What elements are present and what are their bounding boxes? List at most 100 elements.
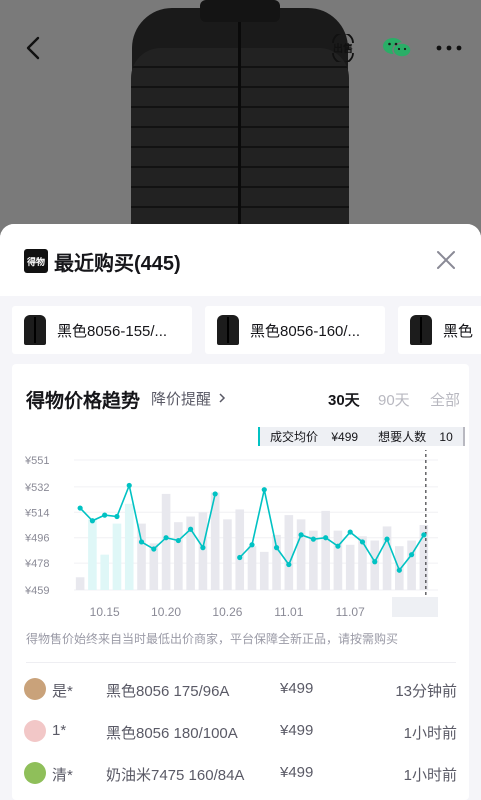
volume-bar [407,540,416,590]
variant-label: 黑色8056-160/... [250,322,361,340]
range-tab-all[interactable]: 全部 [430,389,460,410]
price-point [102,512,108,518]
sell-button[interactable]: 出售 [328,28,358,68]
price-point [396,567,402,573]
purchase-time: 1小时前 [403,767,457,784]
price-note: 得物售价始终来自当时最低出价商家，平台保障全新正品，请按需购买 [26,632,399,646]
purchase-time: 1小时前 [403,725,457,742]
volume-bar [124,503,134,590]
user-avatar [24,720,46,742]
user-name: 1* [52,722,67,739]
y-tick-label: ¥478 [24,558,49,570]
variant-thumbnail [217,315,239,345]
variant-card[interactable]: 黑色 [398,306,481,354]
avg-price-label: 成交均价 [270,430,319,444]
user-avatar [24,762,46,784]
price-alert-label: 降价提醒 [151,391,212,408]
dewu-logo: 得物 [24,249,48,273]
price-point [188,526,194,532]
price-point [212,491,218,497]
close-icon [437,251,455,269]
x-highlight-box [392,597,438,617]
sheet-title: 最近购买(445) [54,253,181,275]
recent-purchase-sheet: 得物 最近购买(445) 黑色8056-155/... 黑色8056-160/.… [0,224,481,800]
volume-bar [333,530,343,590]
purchase-price: ¥499 [280,680,314,697]
volume-bar [370,540,380,590]
price-point [421,532,427,538]
price-point [114,513,120,520]
variant-thumbnail [24,315,46,345]
chevron-left-icon [26,36,40,60]
volume-bar [75,577,85,590]
price-point [138,539,145,545]
y-tick-label: ¥551 [24,455,49,467]
price-point [126,482,132,489]
price-point [89,518,96,524]
range-tab-90[interactable]: 90天 [378,389,410,410]
price-point [151,546,157,552]
price-point [237,554,243,561]
x-tick-label: 10.26 [212,605,242,619]
range-tab-30[interactable]: 30天 [328,389,360,410]
user-name: 清* [52,767,73,784]
sheet-header: 得物 最近购买(445) [0,224,481,296]
variant-label: 黑色 [443,322,474,340]
variant-card[interactable]: 黑色8056-155/... [12,306,192,354]
price-alert-link[interactable]: 降价提醒 [151,388,226,409]
chevron-right-icon [219,393,226,403]
status-bar [0,0,481,10]
y-tick-label: ¥459 [24,585,49,597]
price-point [372,559,378,565]
volume-bar [345,544,355,590]
user-name: 是* [52,683,73,700]
y-tick-label: ¥532 [24,482,49,494]
price-point [273,545,280,551]
more-button[interactable] [432,28,466,68]
x-tick-label: 11.01 [274,605,303,619]
purchase-time: 13分钟前 [395,683,457,700]
price-point [310,536,316,542]
variant-card[interactable]: 黑色8056-160/... [205,306,385,354]
volume-bar [284,515,294,590]
volume-bar [259,551,269,590]
purchase-row: 清* 奶油米7475 160/84A ¥499 1小时前 [12,754,469,794]
price-point [77,505,83,511]
back-button[interactable] [18,28,48,68]
close-button[interactable] [432,246,460,274]
y-tick-label: ¥514 [24,507,49,519]
purchase-price: ¥499 [280,722,314,739]
purchase-sku: 黑色8056 180/100A [106,725,238,742]
purchase-row: 是* 黑色8056 175/96A ¥499 13分钟前 [12,670,469,710]
price-point [384,536,390,542]
divider [26,662,456,663]
purchase-row: 1* 黑色8056 180/100A ¥499 1小时前 [12,712,469,752]
x-tick-label: 10.15 [90,605,120,619]
more-icon [436,45,462,51]
want-count-label: 想要人数 [378,430,427,444]
trend-title: 得物价格趋势 [26,391,141,412]
volume-bar [161,493,171,590]
price-point [298,532,304,538]
volume-bar [174,522,183,590]
purchase-sku: 奶油米7475 160/84A [106,767,245,784]
price-point [347,529,353,535]
volume-bar [272,534,281,590]
wechat-share-button[interactable] [380,28,414,68]
price-point [286,561,292,568]
variant-thumbnail [410,315,432,345]
user-avatar [24,678,46,700]
price-point [408,552,415,558]
volume-bar [112,523,122,590]
volume-bar [223,519,232,590]
price-point [335,543,341,549]
sell-icon: 出售 [332,34,354,62]
volume-bar [88,519,97,590]
volume-bar [235,509,245,590]
volume-bar [198,512,208,590]
variant-label: 黑色8056-155/... [57,322,168,340]
avg-price-value: ¥499 [331,430,359,444]
want-count-value: 10 [439,430,453,444]
y-tick-label: ¥496 [24,533,49,545]
price-point [261,487,267,493]
